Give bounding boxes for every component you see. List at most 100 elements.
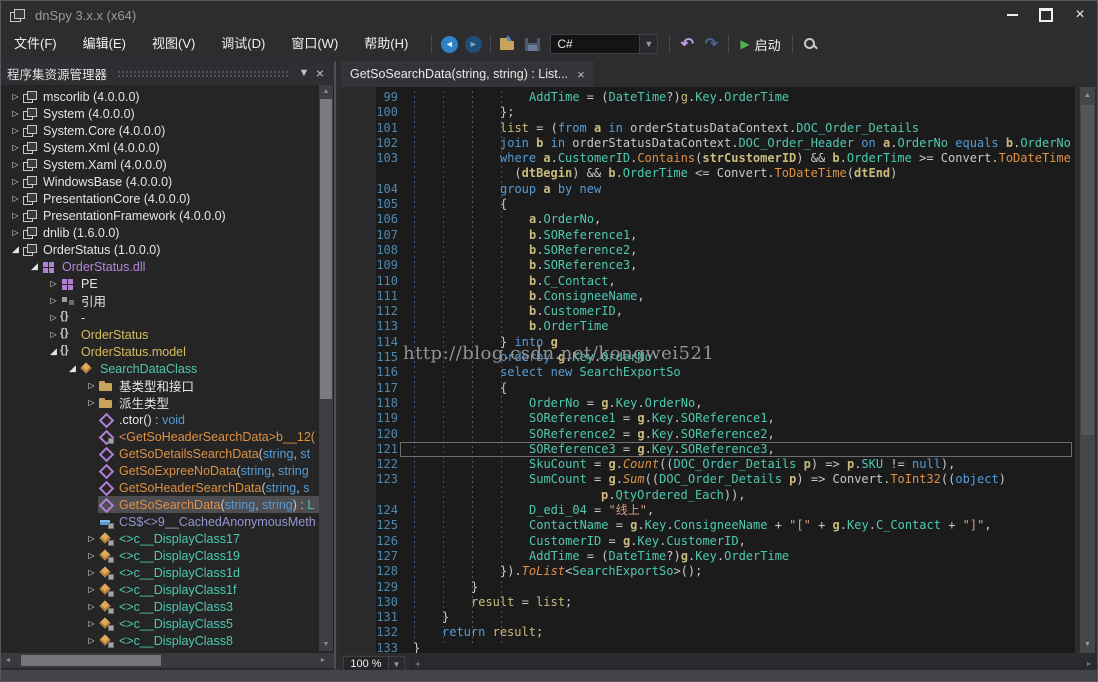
tree-vscrollbar[interactable]: ▲ ▼ (319, 85, 333, 651)
tree-item[interactable]: ◢OrderStatus.dll (1, 258, 319, 275)
search-button[interactable] (798, 32, 822, 56)
expander-collapsed-icon[interactable]: ▷ (9, 160, 22, 169)
tree-item[interactable]: ▷<>c__DisplayClass5 (1, 615, 319, 632)
expander-collapsed-icon[interactable]: ▷ (47, 296, 60, 305)
expander-expanded-icon[interactable]: ◢ (28, 261, 41, 272)
expander-collapsed-icon[interactable]: ▷ (9, 228, 22, 237)
tree-item[interactable]: ◢OrderStatus (1.0.0.0) (1, 241, 319, 258)
tree-item[interactable]: ▷<>c__DisplayClass17 (1, 530, 319, 547)
expander-expanded-icon[interactable]: ◢ (66, 363, 79, 374)
expander-collapsed-icon[interactable]: ▷ (85, 602, 98, 611)
language-select[interactable]: C# ▼ (550, 34, 658, 54)
menu-item-5[interactable]: 帮助(H) (351, 36, 421, 51)
tab-getsosearchdata[interactable]: GetSoSearchData(string, string) : List..… (341, 61, 594, 87)
scrollbar-thumb[interactable] (1081, 105, 1094, 435)
tree-item[interactable]: <GetSoHeaderSearchData>b__12( (1, 428, 319, 445)
expander-collapsed-icon[interactable]: ▷ (9, 92, 22, 101)
tab-close-icon[interactable]: × (577, 67, 585, 82)
expander-collapsed-icon[interactable]: ▷ (9, 211, 22, 220)
expander-collapsed-icon[interactable]: ▷ (47, 279, 60, 288)
tree-hscrollbar[interactable]: ◄ ► (1, 653, 334, 668)
tree-item[interactable]: ▷<>c__DisplayClass1d (1, 564, 319, 581)
start-button[interactable]: ▶ 启动 (734, 35, 786, 54)
redo-button[interactable]: ↷ (699, 32, 723, 56)
tree-item[interactable]: ▷派生类型 (1, 394, 319, 411)
expander-expanded-icon[interactable]: ◢ (9, 244, 22, 255)
expander-collapsed-icon[interactable]: ▷ (85, 568, 98, 577)
tree-item[interactable]: ▷System.Core (4.0.0.0) (1, 122, 319, 139)
tree-item[interactable]: GetSoDetailsSearchData(string, st (1, 445, 319, 462)
maximize-button[interactable] (1029, 1, 1063, 29)
expander-collapsed-icon[interactable]: ▷ (9, 194, 22, 203)
scrollbar-thumb[interactable] (320, 99, 332, 399)
expander-collapsed-icon[interactable]: ▷ (85, 534, 98, 543)
scroll-up-button[interactable]: ▲ (1080, 89, 1095, 102)
tree-item[interactable]: ▷- (1, 309, 319, 326)
expander-collapsed-icon[interactable]: ▷ (47, 313, 60, 322)
scroll-right-button[interactable]: ► (316, 653, 330, 668)
tree-item[interactable]: ▷<>c__DisplayClass19 (1, 547, 319, 564)
menu-item-3[interactable]: 调试(D) (208, 36, 278, 51)
scroll-down-button[interactable]: ▼ (319, 638, 333, 651)
scrollbar-thumb[interactable] (21, 655, 161, 666)
save-all-button[interactable] (520, 32, 544, 56)
tree-item[interactable]: ▷System.Xaml (4.0.0.0) (1, 156, 319, 173)
menu-item-0[interactable]: 文件(F) (1, 36, 70, 51)
expander-expanded-icon[interactable]: ◢ (47, 346, 60, 357)
expander-collapsed-icon[interactable]: ▷ (85, 619, 98, 628)
assembly-tree[interactable]: ▷mscorlib (4.0.0.0)▷System (4.0.0.0)▷Sys… (1, 85, 319, 651)
expander-collapsed-icon[interactable]: ▷ (85, 381, 98, 390)
expander-collapsed-icon[interactable]: ▷ (9, 126, 22, 135)
tree-item[interactable]: ▷<>c__DisplayClass1f (1, 581, 319, 598)
tree-item[interactable]: GetSoHeaderSearchData(string, s (1, 479, 319, 496)
tree-item[interactable]: .ctor() : void (1, 411, 319, 428)
scroll-left-button[interactable]: ◄ (1, 653, 15, 668)
expander-collapsed-icon[interactable]: ▷ (9, 177, 22, 186)
scroll-up-button[interactable]: ▲ (319, 85, 333, 98)
tree-item[interactable]: ▷PE (1, 275, 319, 292)
chevron-down-icon[interactable]: ▼ (640, 34, 658, 54)
tree-item[interactable]: CS$<>9__CachedAnonymousMeth (1, 513, 319, 530)
close-button[interactable]: × (1063, 1, 1097, 29)
tree-item[interactable]: ▷dnlib (1.6.0.0) (1, 224, 319, 241)
tree-item[interactable]: ▷基类型和接口 (1, 377, 319, 394)
expander-collapsed-icon[interactable]: ▷ (85, 585, 98, 594)
menu-item-4[interactable]: 窗口(W) (278, 36, 351, 51)
tree-item[interactable]: ▷WindowsBase (4.0.0.0) (1, 173, 319, 190)
tree-item[interactable]: ▷OrderStatus (1, 326, 319, 343)
tree-item[interactable]: GetSoExpreeNoData(string, string (1, 462, 319, 479)
panel-splitter[interactable] (334, 61, 336, 669)
back-button[interactable]: ◄ (437, 32, 461, 56)
tree-item[interactable]: ◢SearchDataClass (1, 360, 319, 377)
tree-item[interactable]: ▷引用 (1, 292, 319, 309)
expander-collapsed-icon[interactable]: ▷ (9, 109, 22, 118)
menu-item-1[interactable]: 编辑(E) (70, 36, 139, 51)
expander-collapsed-icon[interactable]: ▷ (85, 636, 98, 645)
tree-item[interactable]: ▷System.Xml (4.0.0.0) (1, 139, 319, 156)
tree-item[interactable]: ▷<>c__DisplayClass (1, 649, 319, 651)
editor-vscrollbar[interactable]: ▲ ▼ (1080, 87, 1095, 653)
expander-collapsed-icon[interactable]: ▷ (47, 330, 60, 339)
forward-button[interactable]: ► (461, 32, 485, 56)
tree-item[interactable]: ▷PresentationCore (4.0.0.0) (1, 190, 319, 207)
menu-item-2[interactable]: 视图(V) (139, 36, 208, 51)
tree-item[interactable]: ▷System (4.0.0.0) (1, 105, 319, 122)
panel-menu-button[interactable]: ▼ (296, 67, 312, 79)
code-editor[interactable]: 99AddTime = (DateTime?)g.Key.OrderTime10… (341, 87, 1075, 653)
tree-item[interactable]: GetSoSearchData(string, string) : L (1, 496, 319, 513)
panel-close-button[interactable]: × (312, 65, 328, 81)
open-file-button[interactable] (496, 32, 520, 56)
undo-button[interactable]: ↶ (675, 32, 699, 56)
tree-item[interactable]: ▷<>c__DisplayClass8 (1, 632, 319, 649)
minimize-button[interactable] (995, 1, 1029, 29)
tree-item[interactable]: ▷PresentationFramework (4.0.0.0) (1, 207, 319, 224)
scroll-down-button[interactable]: ▼ (1080, 638, 1095, 651)
toolbar-separator (792, 35, 793, 53)
code-line-text: b.OrderTime (413, 319, 609, 334)
tree-item[interactable]: ▷<>c__DisplayClass3 (1, 598, 319, 615)
tree-item[interactable]: ▷mscorlib (4.0.0.0) (1, 88, 319, 105)
tree-item[interactable]: ◢OrderStatus.model (1, 343, 319, 360)
expander-collapsed-icon[interactable]: ▷ (85, 398, 98, 407)
expander-collapsed-icon[interactable]: ▷ (9, 143, 22, 152)
expander-collapsed-icon[interactable]: ▷ (85, 551, 98, 560)
